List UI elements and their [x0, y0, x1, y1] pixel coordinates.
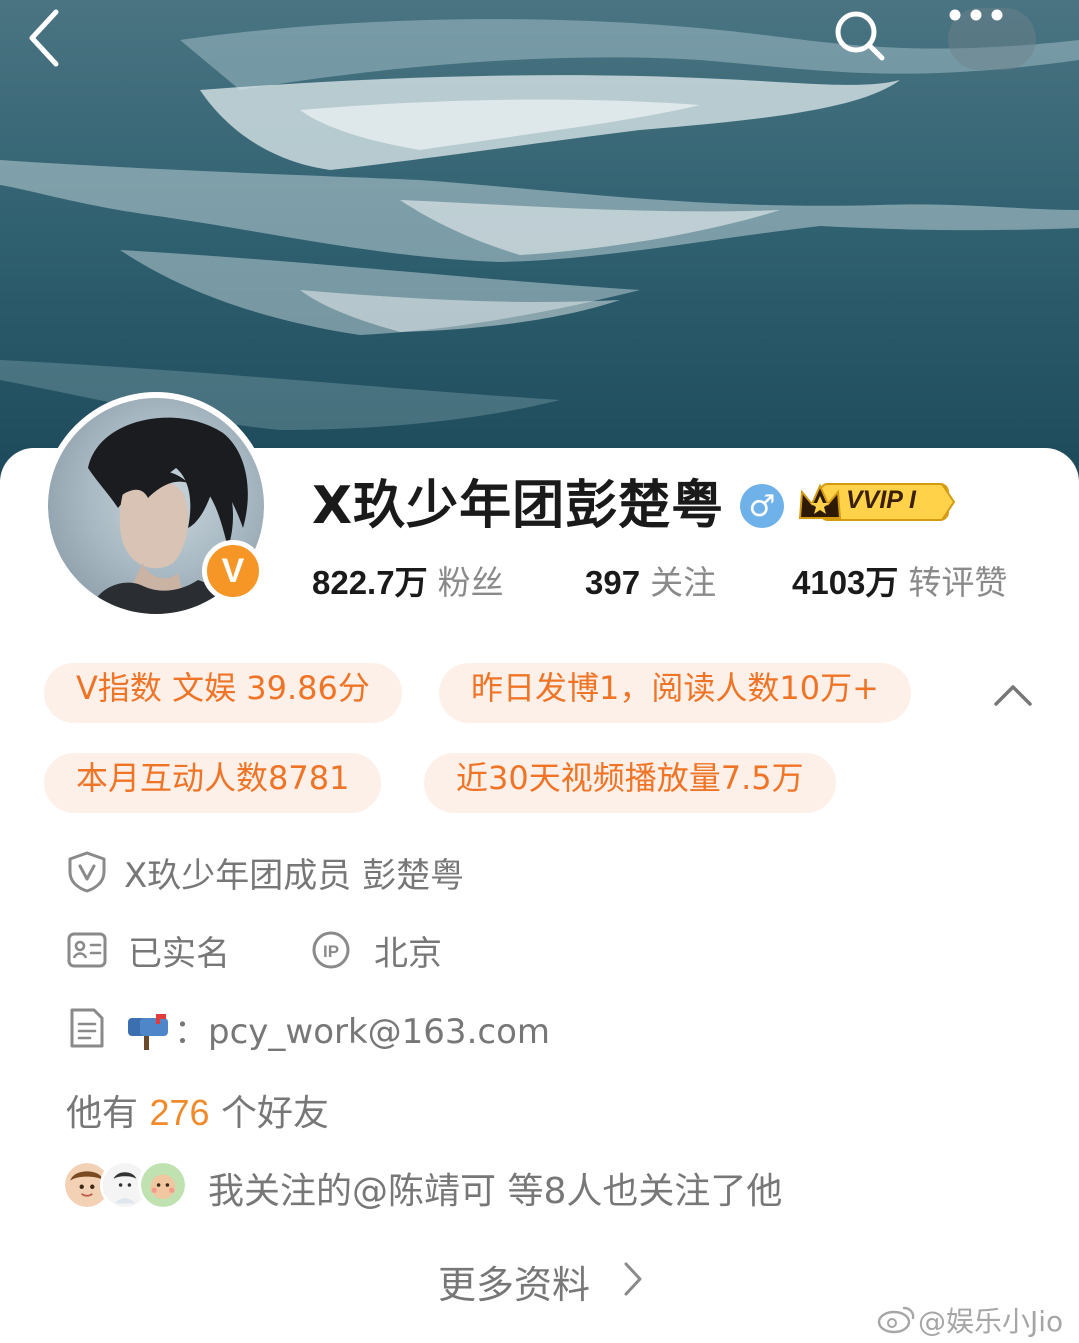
stat-rcl-label: 转评赞 [908, 563, 1008, 602]
svg-text:IP: IP [323, 942, 339, 961]
more-icon [949, 9, 1003, 21]
weibo-icon [877, 1306, 915, 1334]
chevron-right-icon[interactable] [620, 1258, 646, 1300]
friends-number: 276 [149, 1092, 210, 1133]
vvip-label: VVIP I [846, 486, 916, 514]
stat-fans[interactable]: 822.7万 粉丝 [312, 556, 504, 602]
friends-count[interactable]: 他有 276 个好友 [66, 1084, 330, 1134]
tag-video-views[interactable]: 近30天视频播放量7.5万 [424, 753, 836, 813]
shield-v-icon [68, 851, 106, 893]
friends-suffix: 个好友 [221, 1093, 330, 1134]
stat-rcl-value: 4103万 [792, 564, 899, 601]
profile-name: X玖少年团彭楚粤 [312, 476, 725, 536]
stat-following-value: 397 [585, 564, 641, 601]
id-card-icon [67, 932, 107, 968]
tag-yesterday-posts[interactable]: 昨日发博1，阅读人数10万+ [439, 663, 911, 723]
stat-fans-label: 粉丝 [437, 563, 504, 602]
more-button[interactable] [948, 8, 1036, 70]
ip-icon: IP [312, 931, 350, 969]
search-button[interactable] [832, 8, 902, 72]
stat-following[interactable]: 397 关注 [585, 556, 716, 602]
mutual-avatar-3[interactable] [138, 1160, 188, 1210]
mutual-follow-text[interactable]: 我关注的@陈靖可 等8人也关注了他 [208, 1162, 782, 1212]
back-button[interactable] [24, 8, 94, 72]
mailbox-icon [128, 1014, 168, 1050]
verified-badge: V [202, 540, 264, 602]
back-icon [29, 9, 59, 67]
tag-monthly-interaction[interactable]: 本月互动人数8781 [44, 753, 382, 813]
stat-fans-value: 822.7万 [312, 564, 428, 601]
contact-email[interactable]: ：pcy_work@163.com [174, 1004, 550, 1052]
document-icon [70, 1008, 104, 1048]
stat-following-label: 关注 [650, 563, 717, 602]
chevron-up-icon[interactable] [988, 672, 1038, 718]
certification-text: X玖少年团成员 彭楚粤 [124, 856, 465, 896]
friends-prefix: 他有 [66, 1093, 139, 1134]
tag-v-index[interactable]: V指数 文娱 39.86分 [44, 663, 402, 723]
gender-icon: ♂ [740, 484, 784, 528]
real-name-status: 已实名 [128, 934, 230, 974]
search-icon [835, 11, 885, 61]
watermark-text: @娱乐小Jio [918, 1305, 1064, 1338]
ip-location: 北京 [374, 934, 442, 974]
stat-reposts-comments-likes[interactable]: 4103万 转评赞 [792, 556, 1007, 602]
more-info-button[interactable]: 更多资料 [438, 1254, 590, 1307]
